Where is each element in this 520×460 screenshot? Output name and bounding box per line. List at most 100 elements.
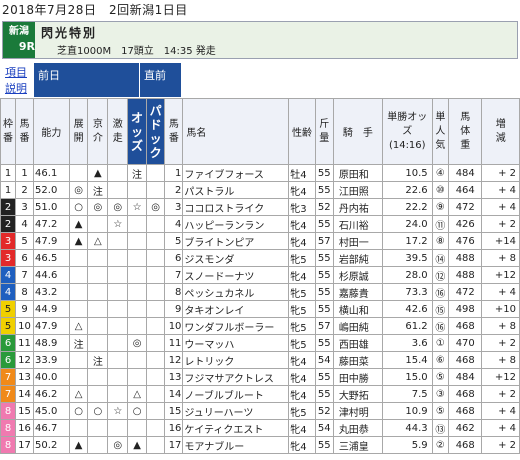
- table-row: 5 10 47.9 △ 10 ワンダフルボーラー 牝5 57 嶋田純 61.2 ⑯ 468 + 8: [0, 317, 520, 335]
- jockey-name: 西田雄: [332, 334, 383, 352]
- jockey-name: 田中勝: [332, 368, 383, 386]
- ability-cell: 40.0: [33, 368, 70, 386]
- kyoto-mark: [87, 300, 109, 318]
- odds-mark: [127, 351, 147, 369]
- ability-cell: 33.9: [33, 351, 70, 369]
- horse-number-cell: 16: [164, 419, 184, 437]
- popularity: ⑮: [431, 300, 450, 318]
- jockey-name: 江田照: [332, 181, 383, 199]
- col-horse-no2: 馬番: [164, 98, 184, 165]
- paddock-mark: ◎: [145, 198, 166, 216]
- col-weight-change: 増減: [481, 98, 520, 165]
- col-ability: 能力: [33, 98, 70, 165]
- ability-cell: 52.0: [33, 181, 70, 199]
- paddock-mark: [145, 368, 166, 386]
- development-mark: ▲: [68, 436, 89, 454]
- entries-table: 枠番 馬番 能力 展開 京介 激走 オッズ パドック 馬番 馬名 性齢 斤量 騎…: [0, 98, 520, 454]
- horse-name: ココロストライク: [182, 198, 290, 216]
- weight-change: + 4: [481, 181, 520, 199]
- win-odds: 3.6: [381, 334, 433, 352]
- gekiso-mark: [107, 283, 129, 301]
- horse-name: ケイティクエスト: [182, 419, 290, 437]
- sex-age: 牝4: [288, 232, 316, 250]
- gekiso-mark: [107, 334, 129, 352]
- horse-name: スノードーナツ: [182, 266, 290, 284]
- development-mark: △: [68, 385, 89, 403]
- popularity: ⑤: [431, 402, 450, 420]
- frame-cell: 1: [0, 164, 16, 182]
- weight-carried: 55: [314, 436, 334, 454]
- horse-number-cell: 10: [164, 317, 184, 335]
- horse-number-cell: 8: [164, 283, 184, 301]
- development-mark: 注: [68, 334, 89, 352]
- table-body: 1 1 46.1 ▲ 注 1 ファイブフォース 牡4 55 原田和 10.5 ④ 484 + 2 1 2 52.…: [0, 164, 520, 454]
- body-weight: 470: [448, 334, 483, 352]
- win-odds: 5.9: [381, 436, 433, 454]
- ability-cell: 44.9: [33, 300, 70, 318]
- odds-mark: [127, 249, 147, 267]
- col-development: 展開: [68, 98, 89, 165]
- sex-age: 牝5: [288, 283, 316, 301]
- table-row: 7 13 40.0 13 フジマサアクトレス 牝4 55 田中勝 15.0 ⑤ 484 +12: [0, 368, 520, 386]
- body-weight: 462: [448, 419, 483, 437]
- col-odds: オッズ: [127, 98, 147, 165]
- win-odds: 10.5: [381, 164, 433, 182]
- body-weight: 498: [448, 300, 483, 318]
- sex-age: 牝5: [288, 249, 316, 267]
- odds-mark: ◎: [127, 334, 147, 352]
- win-odds: 15.4: [381, 351, 433, 369]
- win-odds: 22.2: [381, 198, 433, 216]
- horse-number-cell: 15: [14, 402, 35, 420]
- gekiso-mark: [107, 351, 129, 369]
- paddock-mark: [145, 249, 166, 267]
- sex-age: 牝4: [288, 436, 316, 454]
- horse-number-cell: 2: [164, 181, 184, 199]
- weight-change: + 4: [481, 419, 520, 437]
- paddock-mark: [145, 402, 166, 420]
- frame-cell: 5: [0, 317, 16, 335]
- win-odds: 39.5: [381, 249, 433, 267]
- horse-name: ジュリーハーツ: [182, 402, 290, 420]
- body-weight: 488: [448, 266, 483, 284]
- paddock-mark: [145, 266, 166, 284]
- frame-cell: 8: [0, 419, 16, 437]
- horse-name: パストラル: [182, 181, 290, 199]
- horse-number-cell: 3: [164, 198, 184, 216]
- odds-mark: [127, 368, 147, 386]
- race-name: 閃光特別: [41, 26, 98, 40]
- table-row: 2 3 51.0 ○ ◎ ◎ ☆ ◎ 3 ココロストライク 牝3 52 丹内祐 22.2 ⑨ 472 + 4: [0, 198, 520, 216]
- body-weight: 464: [448, 181, 483, 199]
- kyoto-mark: ○: [87, 402, 109, 420]
- weight-change: + 2: [481, 436, 520, 454]
- paddock-mark: [145, 317, 166, 335]
- win-odds: 17.2: [381, 232, 433, 250]
- win-odds: 22.6: [381, 181, 433, 199]
- horse-number-cell: 10: [14, 317, 35, 335]
- horse-number-cell: 11: [14, 334, 35, 352]
- kyoto-mark: [87, 317, 109, 335]
- weight-carried: 54: [314, 351, 334, 369]
- items-link[interactable]: 項目: [2, 64, 30, 80]
- kyoto-mark: [87, 249, 109, 267]
- paddock-mark: [145, 164, 166, 182]
- col-horse-name: 馬名: [182, 98, 290, 165]
- race-date: 2018年7月28日 2回新潟1日目: [2, 3, 188, 17]
- explanation-link[interactable]: 説明: [2, 80, 30, 96]
- ability-cell: 46.5: [33, 249, 70, 267]
- body-weight: 426: [448, 215, 483, 233]
- development-mark: ○: [68, 198, 89, 216]
- weight-change: + 8: [481, 317, 520, 335]
- table-row: 5 9 44.9 9 タキオンレイ 牝5 55 横山和 42.6 ⑮ 498 +10: [0, 300, 520, 318]
- popularity: ⑩: [431, 181, 450, 199]
- popularity: ⑧: [431, 232, 450, 250]
- body-weight: 476: [448, 232, 483, 250]
- kyoto-mark: 注: [87, 181, 109, 199]
- weight-carried: 55: [314, 385, 334, 403]
- horse-name: ペッシュカネル: [182, 283, 290, 301]
- popularity: ⑤: [431, 368, 450, 386]
- horse-name: ハッピーランラン: [182, 215, 290, 233]
- development-mark: [68, 266, 89, 284]
- sex-age: 牝5: [288, 402, 316, 420]
- ability-cell: 48.9: [33, 334, 70, 352]
- horse-number-cell: 17: [14, 436, 35, 454]
